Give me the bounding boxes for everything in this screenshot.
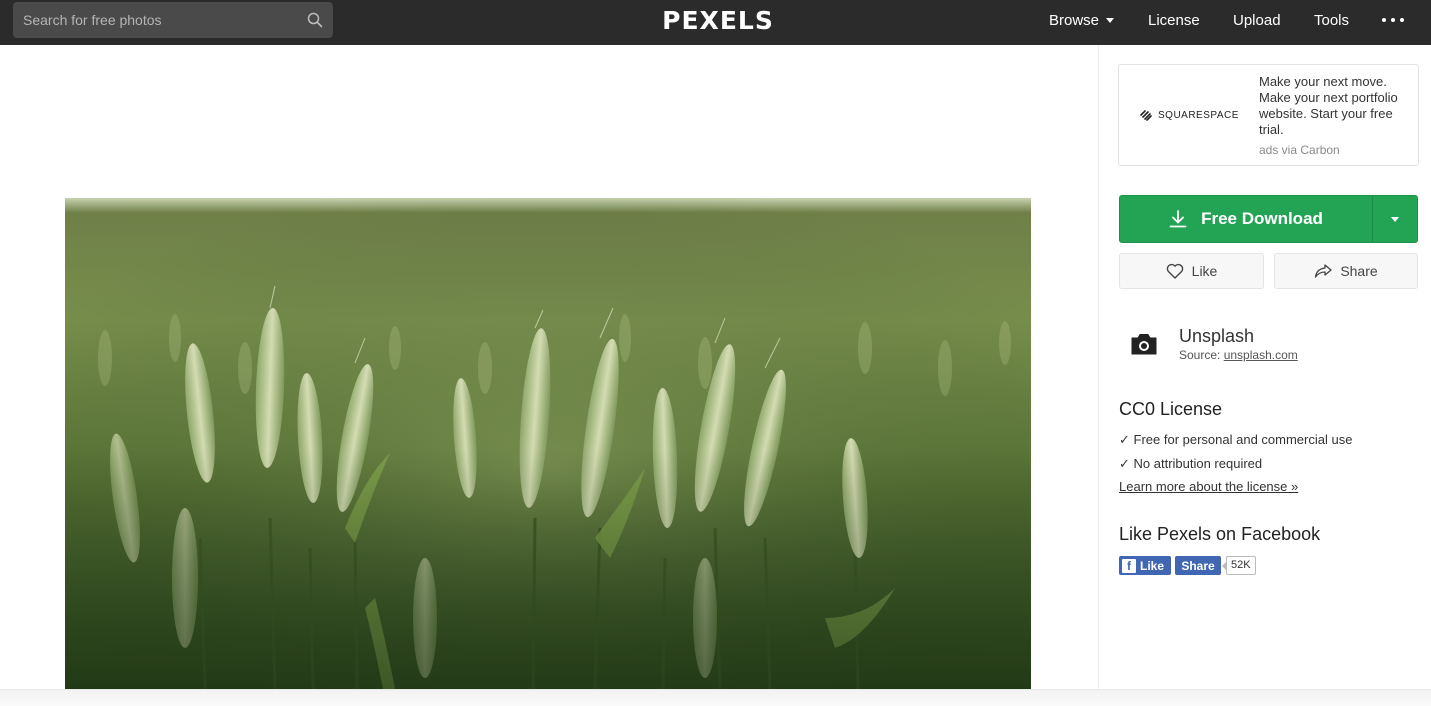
license-item-no-attribution: ✓ No attribution required	[1119, 456, 1263, 471]
squarespace-icon	[1140, 110, 1152, 121]
free-download-button[interactable]: Free Download	[1120, 196, 1372, 242]
ad-via-carbon[interactable]: ads via Carbon	[1259, 143, 1340, 157]
ad-text[interactable]: Make your next move. Make your next port…	[1259, 74, 1419, 138]
license-learn-more-link[interactable]: Learn more about the license »	[1119, 479, 1298, 494]
squarespace-logo[interactable]: SQUARESPACE	[1139, 109, 1239, 121]
sidebar-divider	[1098, 45, 1099, 690]
share-arrow-icon	[1315, 264, 1332, 278]
pexels-logo[interactable]: PEXELS	[660, 6, 776, 35]
bottom-edge	[0, 689, 1431, 706]
facebook-share-label: Share	[1181, 558, 1215, 573]
nav-tools[interactable]: Tools	[1314, 12, 1349, 29]
facebook-like-count: 52K	[1222, 556, 1256, 575]
source-prefix: Source:	[1179, 348, 1221, 362]
download-icon	[1169, 210, 1187, 228]
heart-icon	[1166, 263, 1183, 279]
license-title: CC0 License	[1119, 399, 1223, 419]
source-name[interactable]: Unsplash	[1179, 326, 1254, 347]
main-photo[interactable]	[65, 198, 1031, 689]
search-icon[interactable]	[307, 12, 323, 28]
nav-browse-label: Browse	[1049, 12, 1100, 29]
search-input[interactable]	[13, 2, 303, 38]
facebook-icon: f	[1122, 558, 1136, 573]
ad-brand: SQUARESPACE	[1158, 109, 1239, 121]
nav-license[interactable]: License	[1148, 12, 1200, 29]
share-button[interactable]: Share	[1274, 253, 1418, 289]
facebook-like-button[interactable]: f Like	[1119, 556, 1171, 575]
source-link[interactable]: unsplash.com	[1224, 348, 1298, 362]
share-label: Share	[1340, 263, 1378, 279]
license-item-free-use: ✓ Free for personal and commercial use	[1119, 432, 1353, 447]
wheat-field-photo	[65, 198, 1031, 689]
nav-upload[interactable]: Upload	[1233, 12, 1281, 29]
free-download-button-group: Free Download	[1119, 195, 1418, 243]
like-button[interactable]: Like	[1119, 253, 1264, 289]
like-label: Like	[1191, 263, 1218, 279]
nav-browse[interactable]: Browse	[1049, 12, 1115, 29]
free-download-label: Free Download	[1201, 209, 1323, 228]
facebook-like-label: Like	[1140, 558, 1165, 573]
chevron-down-icon	[1391, 217, 1399, 222]
download-options-dropdown[interactable]	[1373, 196, 1418, 242]
search-box[interactable]	[13, 2, 333, 38]
carbon-ad[interactable]: SQUARESPACE Make your next move. Make yo…	[1118, 64, 1419, 166]
chevron-down-icon	[1106, 17, 1115, 23]
facebook-share-button[interactable]: Share	[1175, 556, 1221, 575]
facebook-title: Like Pexels on Facebook	[1119, 524, 1321, 544]
top-navigation-bar: PEXELS Browse License Upload Tools	[0, 0, 1431, 45]
source-line: Source: unsplash.com	[1179, 348, 1298, 362]
more-dots-icon[interactable]	[1382, 18, 1404, 24]
camera-icon	[1131, 334, 1157, 355]
